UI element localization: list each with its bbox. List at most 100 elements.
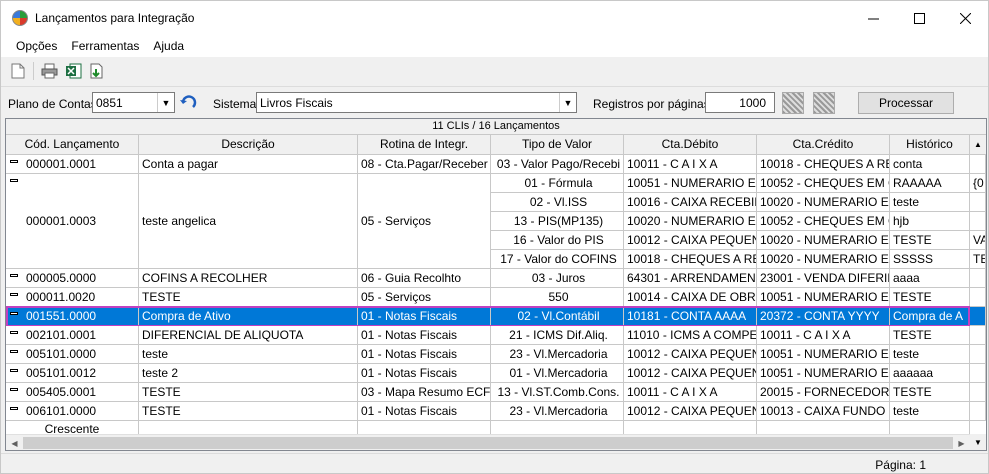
header-descricao[interactable]: Descrição [139, 135, 358, 155]
row-1-line-2-credito[interactable]: 10052 - CHEQUES EM COB [757, 212, 890, 231]
row-1-line-2-debito[interactable]: 10020 - NUMERARIO EM TI [624, 212, 757, 231]
row-1-line-2-extra[interactable] [970, 212, 986, 231]
maximize-button[interactable] [896, 1, 942, 35]
row-3-descricao-cell[interactable]: TESTE [139, 288, 358, 307]
row-4-line-0-extra[interactable] [970, 307, 986, 326]
row-4-line-0-credito[interactable]: 20372 - CONTA YYYY [757, 307, 890, 326]
row-7-line-0-credito[interactable]: 10051 - NUMERARIO EM TI [757, 364, 890, 383]
row-4-line-0-historico[interactable]: Compra de A [890, 307, 970, 326]
row-3-rotina-cell[interactable]: 05 - Serviços [358, 288, 491, 307]
page-prev-icon[interactable] [782, 92, 804, 114]
row-9-line-0-historico[interactable]: teste [890, 402, 970, 421]
row-1-rotina-cell[interactable]: 05 - Serviços [358, 174, 491, 269]
row-4-line-0-tipo[interactable]: 02 - Vl.Contábil [491, 307, 624, 326]
row-8-rotina-cell[interactable]: 03 - Mapa Resumo ECF [358, 383, 491, 402]
row-1-line-4-extra[interactable]: TE [970, 250, 986, 269]
processar-button[interactable]: Processar [858, 92, 954, 114]
row-6-line-0-tipo[interactable]: 23 - Vl.Mercadoria [491, 345, 624, 364]
row-4-rotina-cell[interactable]: 01 - Notas Fiscais [358, 307, 491, 326]
row-7-rotina-cell[interactable]: 01 - Notas Fiscais [358, 364, 491, 383]
header-historico[interactable]: Histórico [890, 135, 970, 155]
row-8-line-0-tipo[interactable]: 13 - Vl.ST.Comb.Cons. [491, 383, 624, 402]
header-cta-credito[interactable]: Cta.Crédito [757, 135, 890, 155]
header-tipo-valor[interactable]: Tipo de Valor [491, 135, 624, 155]
row-7-descricao-cell[interactable]: teste 2 [139, 364, 358, 383]
scroll-left-icon[interactable]: ◀ [6, 437, 23, 450]
row-5-line-0-tipo[interactable]: 21 - ICMS Dif.Aliq. [491, 326, 624, 345]
row-9-rotina-cell[interactable]: 01 - Notas Fiscais [358, 402, 491, 421]
row-6-line-0-extra[interactable] [970, 345, 986, 364]
row-0-line-0-extra[interactable] [970, 155, 986, 174]
row-6-line-0-credito[interactable]: 10051 - NUMERARIO EM TI [757, 345, 890, 364]
row-8-line-0-debito[interactable]: 10011 - C A I X A [624, 383, 757, 402]
row-0-line-0-historico[interactable]: conta [890, 155, 970, 174]
row-1-line-3-credito[interactable]: 10020 - NUMERARIO EM TI [757, 231, 890, 250]
row-1-line-2-tipo[interactable]: 13 - PIS(MP135) [491, 212, 624, 231]
scroll-up-icon[interactable]: ▲ [970, 135, 986, 155]
row-3-line-0-credito[interactable]: 10051 - NUMERARIO EM TI [757, 288, 890, 307]
row-5-line-0-credito[interactable]: 10011 - C A I X A [757, 326, 890, 345]
row-1-line-4-credito[interactable]: 10020 - NUMERARIO EM TI [757, 250, 890, 269]
row-1-line-1-credito[interactable]: 10020 - NUMERARIO EM TI [757, 193, 890, 212]
row-1-line-1-debito[interactable]: 10016 - CAIXA RECEBIMEN [624, 193, 757, 212]
row-2-descricao-cell[interactable]: COFINS A RECOLHER [139, 269, 358, 288]
row-1-line-0-extra[interactable]: {0 [970, 174, 986, 193]
plano-combo[interactable]: 0851 ▼ [92, 92, 175, 113]
row-0-line-0-tipo[interactable]: 03 - Valor Pago/Recebi [491, 155, 624, 174]
lancamentos-grid[interactable]: 11 CLIs / 16 Lançamentos Cód. Lançamento… [5, 118, 987, 451]
header-rotina[interactable]: Rotina de Integr. [358, 135, 491, 155]
header-cta-debito[interactable]: Cta.Débito [624, 135, 757, 155]
scroll-down-icon[interactable]: ▼ [970, 434, 986, 450]
scroll-thumb[interactable] [23, 437, 953, 449]
row-0-rotina-cell[interactable]: 08 - Cta.Pagar/Receber [358, 155, 491, 174]
close-button[interactable] [942, 1, 988, 35]
horizontal-scrollbar[interactable]: ◀ ▶ [6, 434, 970, 450]
row-3-line-0-historico[interactable]: TESTE [890, 288, 970, 307]
page-next-icon[interactable] [813, 92, 835, 114]
row-7-line-0-debito[interactable]: 10012 - CAIXA PEQUENA [624, 364, 757, 383]
row-7-cod-cell[interactable]: 005101.0012 [6, 364, 139, 383]
row-1-line-1-extra[interactable] [970, 193, 986, 212]
row-9-descricao-cell[interactable]: TESTE [139, 402, 358, 421]
row-9-line-0-extra[interactable] [970, 402, 986, 421]
row-2-line-0-tipo[interactable]: 03 - Juros [491, 269, 624, 288]
row-8-line-0-historico[interactable]: TESTE [890, 383, 970, 402]
row-1-line-0-tipo[interactable]: 01 - Fórmula [491, 174, 624, 193]
row-2-line-0-credito[interactable]: 23001 - VENDA DIFERIDA I [757, 269, 890, 288]
row-2-cod-cell[interactable]: 000005.0000 [6, 269, 139, 288]
row-0-cod-cell[interactable]: 000001.0001 [6, 155, 139, 174]
new-document-button[interactable] [9, 62, 27, 80]
row-1-descricao-cell[interactable]: teste angelica [139, 174, 358, 269]
row-9-line-0-debito[interactable]: 10012 - CAIXA PEQUENA [624, 402, 757, 421]
menu-ferramentas[interactable]: Ferramentas [64, 39, 146, 53]
row-8-line-0-extra[interactable] [970, 383, 986, 402]
row-3-cod-cell[interactable]: 000011.0020 [6, 288, 139, 307]
refresh-button[interactable] [179, 94, 197, 112]
row-6-line-0-debito[interactable]: 10012 - CAIXA PEQUENA [624, 345, 757, 364]
row-2-line-0-historico[interactable]: aaaa [890, 269, 970, 288]
row-5-descricao-cell[interactable]: DIFERENCIAL DE ALIQUOTA [139, 326, 358, 345]
row-1-line-1-tipo[interactable]: 02 - Vl.ISS [491, 193, 624, 212]
minimize-button[interactable] [850, 1, 896, 35]
row-4-line-0-debito[interactable]: 10181 - CONTA AAAA [624, 307, 757, 326]
row-6-descricao-cell[interactable]: teste [139, 345, 358, 364]
print-button[interactable] [40, 62, 58, 80]
sistema-combo[interactable]: Livros Fiscais ▼ [256, 92, 577, 113]
row-1-line-4-tipo[interactable]: 17 - Valor do COFINS [491, 250, 624, 269]
row-3-line-0-tipo[interactable]: 550 [491, 288, 624, 307]
row-1-line-4-debito[interactable]: 10018 - CHEQUES A RECEB [624, 250, 757, 269]
row-6-rotina-cell[interactable]: 01 - Notas Fiscais [358, 345, 491, 364]
row-1-line-3-extra[interactable]: VA [970, 231, 986, 250]
row-1-line-0-debito[interactable]: 10051 - NUMERARIO EM TR [624, 174, 757, 193]
row-1-line-3-debito[interactable]: 10012 - CAIXA PEQUENA [624, 231, 757, 250]
row-9-line-0-credito[interactable]: 10013 - CAIXA FUNDO FIX [757, 402, 890, 421]
row-2-line-0-extra[interactable] [970, 269, 986, 288]
header-cod[interactable]: Cód. Lançamento [6, 135, 139, 155]
row-2-line-0-debito[interactable]: 64301 - ARRENDAMENTO A [624, 269, 757, 288]
row-5-line-0-debito[interactable]: 11010 - ICMS A COMPENSA [624, 326, 757, 345]
row-8-line-0-credito[interactable]: 20015 - FORNECEDORES [757, 383, 890, 402]
registros-input[interactable]: 1000 [705, 92, 775, 113]
row-8-cod-cell[interactable]: 005405.0001 [6, 383, 139, 402]
row-1-line-3-historico[interactable]: TESTE [890, 231, 970, 250]
row-2-rotina-cell[interactable]: 06 - Guia Recolhto [358, 269, 491, 288]
